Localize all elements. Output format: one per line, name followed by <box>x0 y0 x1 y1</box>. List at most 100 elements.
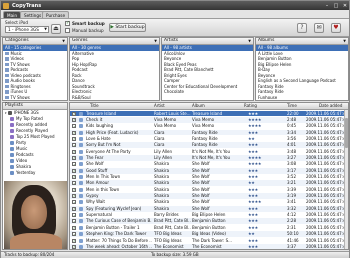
album-item[interactable]: English as a Second Language Podcast <box>256 78 348 84</box>
cell-album: Benjamin Button <box>192 224 226 230</box>
track-checkbox[interactable] <box>72 117 76 122</box>
track-checkbox[interactable] <box>72 155 76 160</box>
cell-artist: Shakira <box>154 193 170 199</box>
track-checkbox[interactable] <box>72 175 76 179</box>
track-checkbox[interactable] <box>72 238 76 243</box>
table-row[interactable]: Why Wait Shakira She Wolf ★★★★ 3:41 2009.11.0… <box>70 199 348 205</box>
table-row[interactable]: The Fear Lily Allen It's Not Me, It's You ★… <box>70 154 348 161</box>
track-checkbox[interactable] <box>72 206 76 211</box>
cell-rating: ★★★ <box>248 186 258 192</box>
table-row[interactable]: Sorry But I'm Not Ciara Fantasy Ride ★★★ 4:0… <box>70 142 348 149</box>
track-checkbox[interactable] <box>72 111 76 116</box>
track-checkbox[interactable] <box>72 194 76 199</box>
mail-icon[interactable]: ✉ <box>314 23 324 33</box>
playlist-item[interactable]: Yesterday <box>3 170 67 176</box>
cell-album: Treasure Island <box>192 110 223 116</box>
track-checkbox[interactable] <box>72 130 76 135</box>
track-checkbox[interactable] <box>72 225 76 230</box>
track-checkbox[interactable] <box>72 244 76 249</box>
cell-album: She Wolf <box>192 205 210 211</box>
minimize-button[interactable]: – <box>323 3 331 9</box>
cell-rating: ★★★ <box>248 110 258 116</box>
chevron-down-icon: ▼ <box>44 27 47 31</box>
table-row[interactable]: The Curious Case of Benjamin B...Brad Pi… <box>70 218 348 225</box>
video-icon <box>10 158 14 163</box>
scrollbar-thumb[interactable] <box>345 117 348 148</box>
track-type-icon <box>79 136 83 141</box>
track-checkbox[interactable] <box>72 187 76 192</box>
categories-header[interactable]: Categories ▼ <box>3 38 67 45</box>
table-row[interactable]: Everyone At The Party Lily Allen It's Not … <box>70 148 348 155</box>
column-date-added[interactable]: Date added <box>319 103 342 109</box>
track-checkbox[interactable] <box>72 168 76 173</box>
cell-date: 2009.11.06 05:47:49 <box>306 129 346 135</box>
track-checkbox[interactable] <box>72 232 76 237</box>
cell-rating: ★★★ <box>248 193 258 199</box>
cell-album: It's Not Me, It's You <box>192 148 231 154</box>
track-checkbox[interactable] <box>72 136 76 141</box>
column-time[interactable]: Time <box>287 103 297 109</box>
genres-header[interactable]: Genres ▼ <box>70 38 159 45</box>
track-type-icon <box>79 225 83 230</box>
start-backup-button[interactable]: ▶ Start backup <box>109 23 146 32</box>
podcast-icon <box>10 152 14 157</box>
album-item[interactable]: Funhouse <box>256 95 348 101</box>
manual-backup-radio[interactable] <box>65 28 70 33</box>
cell-album: Fantasy Ride <box>192 142 218 148</box>
table-row[interactable]: Love & Hate Ciara Fantasy Ride ★★ 3:56 2009.1… <box>70 135 348 142</box>
vertical-scrollbar[interactable] <box>344 109 348 249</box>
table-row[interactable]: Gypsy Shakira She Wolf ★★★ 3:19 2009.11.06 05… <box>70 193 348 199</box>
heart-icon[interactable]: ♥ <box>331 23 341 33</box>
track-checkbox[interactable] <box>72 143 76 148</box>
track-checkbox[interactable] <box>72 124 76 129</box>
backup-size: To backup size: 3.59 GB <box>151 252 199 257</box>
table-row[interactable]: Benjamin Button - Trailer 1 Brad Pitt, Ca… <box>70 224 348 231</box>
artists-header[interactable]: Artists ▼ <box>162 38 253 45</box>
albums-header[interactable]: Albums ▼ <box>256 38 348 45</box>
table-row[interactable]: She Wolf Shakira She Wolf ★★★★ 3:08 2009.11.0… <box>70 161 348 167</box>
table-row[interactable]: Men In This Town Shakira She Wolf ★★★ 3:52 20… <box>70 174 348 180</box>
table-row[interactable]: Kids laughing Viva Memo Viva Memo ★★★★ 0:45 2… <box>70 123 348 129</box>
track-checkbox[interactable] <box>72 149 76 154</box>
tab-purchase-activate[interactable]: Purchase - Activate <box>42 11 70 32</box>
table-row[interactable]: Treasure IslandRobert Louis Ste...Treasu… <box>70 110 348 117</box>
track-checkbox[interactable] <box>72 162 76 167</box>
table-row[interactable]: Matter: 70 Things To Do Before ...TFO Bi… <box>70 238 348 244</box>
artist-item[interactable]: Chocolate <box>162 89 253 95</box>
column-rating[interactable]: Rating <box>244 103 257 109</box>
cell-title: Why Wait <box>86 199 105 205</box>
genre-item[interactable]: R&B/Soul <box>70 95 159 101</box>
table-row[interactable]: Good Stuff Shakira She Wolf ★★★ 3:17 2009.11.… <box>70 167 348 174</box>
track-checkbox[interactable] <box>72 181 76 186</box>
cell-album: She Wolf <box>192 167 210 173</box>
track-type-icon <box>79 162 83 167</box>
track-checkbox[interactable] <box>72 200 76 205</box>
track-type-icon <box>79 149 83 154</box>
table-row[interactable]: Mon Amour Shakira She Wolf ★★ 3:21 2009.11.06… <box>70 180 348 187</box>
table-row[interactable]: The week ahead: October 16th ...The Econ… <box>70 243 348 249</box>
cell-time: 3:39 <box>287 186 296 192</box>
category-item[interactable]: TV Shows <box>3 95 67 101</box>
tab-main[interactable]: Main <box>3 11 21 18</box>
close-button[interactable]: ✕ <box>341 3 349 9</box>
ipod-select[interactable]: 1 - iPhone 3GS ▼ <box>5 26 49 33</box>
cell-date: 2009.11.06 05:47:49 <box>306 174 346 179</box>
table-row[interactable]: High Price (Feat. Ludacris) Ciara Fantasy … <box>70 129 348 136</box>
smart-backup-radio[interactable] <box>65 21 70 26</box>
track-checkbox[interactable] <box>72 219 76 224</box>
cell-date: 2009.11.06 05:47:49 <box>306 135 346 141</box>
eject-icon[interactable]: ⏏ <box>51 24 61 34</box>
track-checkbox[interactable] <box>72 213 76 218</box>
table-row[interactable]: Stephen King: The Dark Tower TFO Big Idea… <box>70 231 348 238</box>
playlist-icon <box>10 170 14 175</box>
help-icon[interactable]: ? <box>297 23 307 33</box>
table-row[interactable]: Spy (Featuring Wyclef Jean) Shakira She Wo… <box>70 205 348 212</box>
cell-title: Gypsy <box>86 193 99 199</box>
table-row[interactable]: Check it Viva Memo Viva Memo ★★★★ 2:48 2009.1… <box>70 116 348 123</box>
table-row[interactable]: Supernatural Barry Brides Big Ellipse Hele… <box>70 212 348 218</box>
table-row[interactable]: Men in this Town Shakira She Wolf ★★★ 3:39 20… <box>70 186 348 193</box>
column-artist[interactable]: Artist <box>154 103 165 109</box>
column-album[interactable]: Album <box>192 103 205 109</box>
column-title[interactable]: Title <box>90 103 99 109</box>
maximize-button[interactable]: □ <box>332 3 340 9</box>
